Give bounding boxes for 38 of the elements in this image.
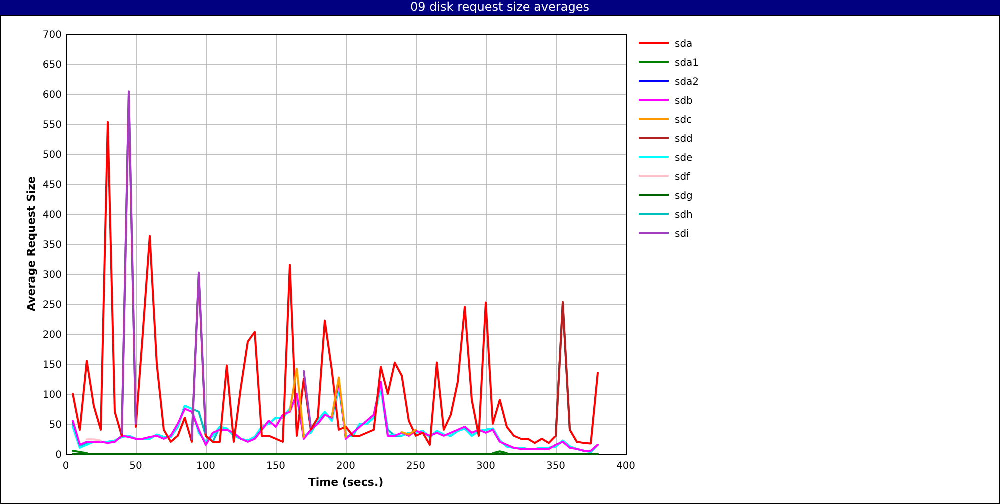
tick-label: 100 xyxy=(42,390,62,401)
legend-label: sdh xyxy=(675,210,693,221)
legend-label: sdd xyxy=(675,134,693,145)
tick-label: 50 xyxy=(130,461,142,472)
tick-label: 450 xyxy=(42,180,62,191)
tick-label: 100 xyxy=(196,461,216,472)
tick-label: 150 xyxy=(42,360,62,371)
legend-label: sdg xyxy=(675,191,693,202)
legend-label: sdb xyxy=(675,96,693,107)
legend-label: sdi xyxy=(675,229,690,240)
legend-label: sda1 xyxy=(675,58,700,69)
axis-title: Time (secs.) xyxy=(308,476,384,489)
legend-label: sda2 xyxy=(675,77,700,88)
tick-label: 700 xyxy=(42,30,62,41)
tick-label: 350 xyxy=(42,240,62,251)
tick-label: 150 xyxy=(266,461,286,472)
tick-label: 600 xyxy=(42,90,62,101)
tick-label: 400 xyxy=(616,461,636,472)
tick-label: 250 xyxy=(406,461,426,472)
legend-label: sda xyxy=(675,39,693,50)
tick-label: 0 xyxy=(62,461,70,472)
tick-label: 200 xyxy=(42,330,62,341)
legend-label: sdc xyxy=(675,115,692,126)
tick-label: 250 xyxy=(42,300,62,311)
legend-label: sde xyxy=(675,153,693,164)
legend-label: sdf xyxy=(675,172,690,183)
tick-label: 550 xyxy=(42,120,62,131)
tick-label: 350 xyxy=(546,461,566,472)
tick-label: 200 xyxy=(336,461,356,472)
tick-label: 0 xyxy=(56,450,62,461)
tick-label: 500 xyxy=(42,150,62,161)
tick-label: 400 xyxy=(42,210,62,221)
tick-label: 300 xyxy=(42,270,62,281)
tick-label: 650 xyxy=(42,60,62,71)
window-title: 09 disk request size averages xyxy=(0,0,1000,16)
axis-title: Average Request Size xyxy=(25,176,38,312)
tick-label: 300 xyxy=(476,461,496,472)
tick-label: 50 xyxy=(49,420,62,431)
